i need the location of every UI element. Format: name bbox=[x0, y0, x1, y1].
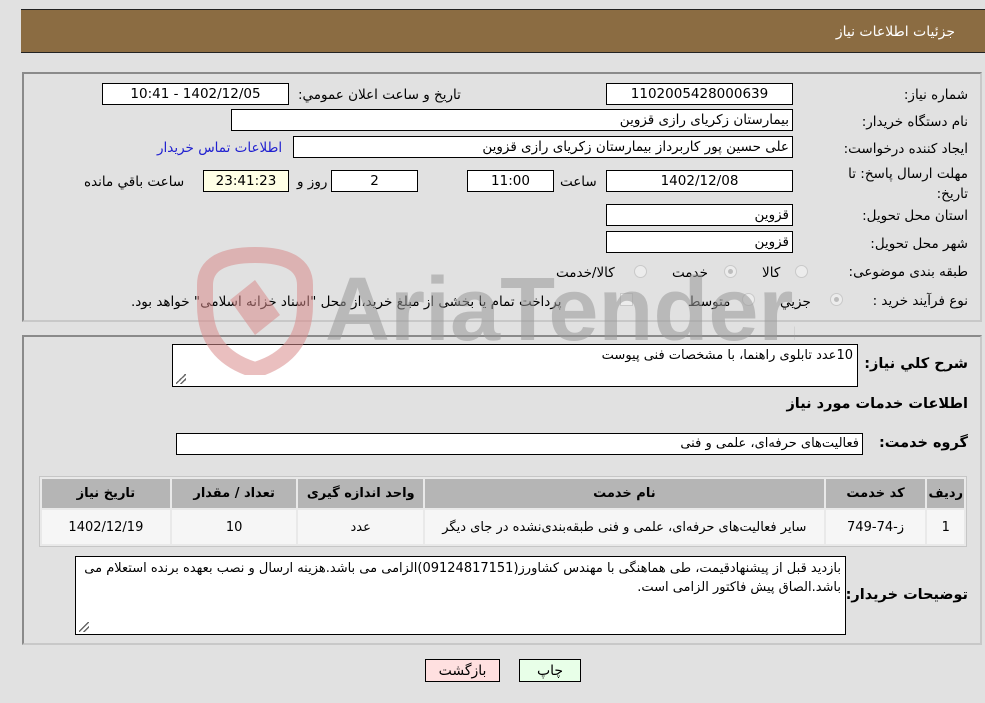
province-label: استان محل تحویل: bbox=[862, 208, 968, 224]
services-table: ردیف کد خدمت نام خدمت واحد اندازه گیری ت… bbox=[39, 476, 967, 547]
services-table-header: ردیف کد خدمت نام خدمت واحد اندازه گیری ت… bbox=[42, 479, 964, 508]
category-radio-goods-service[interactable] bbox=[634, 265, 647, 278]
cell-service-code: ز-74-749 bbox=[825, 510, 926, 544]
page-title: جزئیات اطلاعات نیاز bbox=[835, 24, 955, 40]
buyer-notes-textarea[interactable]: بازدید قبل از پیشنهادقیمت، طی هماهنگی با… bbox=[75, 556, 846, 635]
need-number-label: شماره نیاز: bbox=[903, 87, 968, 103]
col-header-date: تاریخ نیاز bbox=[42, 479, 170, 508]
resize-grip-icon[interactable] bbox=[176, 374, 186, 384]
treasury-checkbox[interactable] bbox=[620, 293, 633, 306]
deadline-time-field: 11:00 bbox=[467, 170, 554, 192]
city-field: قزوین bbox=[606, 231, 793, 253]
category-option-service: خدمت bbox=[672, 265, 708, 281]
buyer-org-label: نام دستگاه خریدار: bbox=[861, 114, 968, 130]
col-header-name: نام خدمت bbox=[425, 479, 824, 508]
col-header-row: ردیف bbox=[927, 479, 964, 508]
days-remaining-field: 2 bbox=[331, 170, 418, 192]
purchase-type-option-minor: جزيي bbox=[780, 294, 811, 310]
page-header: جزئیات اطلاعات نیاز bbox=[21, 9, 985, 53]
deadline-date-field: 1402/12/08 bbox=[606, 170, 793, 192]
category-radio-service[interactable] bbox=[724, 265, 737, 278]
service-group-field: فعالیت‌های حرفه‌ای، علمی و فنی bbox=[176, 433, 863, 455]
category-label: طبقه بندی موضوعی: bbox=[848, 264, 968, 280]
table-row: 1 ز-74-749 سایر فعالیت‌های حرفه‌ای، علمی… bbox=[42, 510, 964, 544]
buyer-org-field: بیمارستان زکریای رازی قزوین bbox=[231, 109, 793, 131]
province-field: قزوین bbox=[606, 204, 793, 226]
buyer-notes-label: توضیحات خریدار: bbox=[845, 587, 968, 603]
cell-service-name: سایر فعالیت‌های حرفه‌ای، علمی و فنی طبقه… bbox=[425, 510, 824, 544]
deadline-time-label: ساعت bbox=[560, 174, 597, 190]
buyer-notes-text: بازدید قبل از پیشنهادقیمت، طی هماهنگی با… bbox=[84, 561, 841, 595]
general-desc-textarea[interactable]: 10عدد تابلوی راهنما، با مشخصات فنی پیوست bbox=[172, 344, 858, 387]
purchase-type-label: نوع فرآیند خرید : bbox=[872, 293, 968, 309]
city-label: شهر محل تحویل: bbox=[870, 236, 968, 252]
cell-quantity: 10 bbox=[171, 510, 297, 544]
deadline-label: مهلت ارسال پاسخ: تا تاریخ: bbox=[848, 166, 968, 202]
category-option-goods: کالا bbox=[762, 265, 781, 281]
purchase-type-radio-minor[interactable] bbox=[830, 293, 843, 306]
treasury-note: پرداخت تمام یا بخشی از مبلغ خرید،از محل … bbox=[131, 294, 562, 310]
cell-unit: عدد bbox=[298, 510, 424, 544]
col-header-unit: واحد اندازه گیری bbox=[298, 479, 424, 508]
col-header-qty: تعداد / مقدار bbox=[171, 479, 297, 508]
general-desc-label: شرح کلي نیاز: bbox=[864, 356, 968, 372]
purchase-type-radio-medium[interactable] bbox=[742, 293, 755, 306]
time-remaining-label: ساعت باقي مانده bbox=[84, 174, 185, 190]
days-label: روز و bbox=[297, 174, 328, 190]
cell-row-number: 1 bbox=[927, 510, 964, 544]
service-group-label: گروه خدمت: bbox=[878, 435, 968, 451]
purchase-type-option-medium: متوسط bbox=[688, 294, 731, 310]
announce-label: تاریخ و ساعت اعلان عمومي: bbox=[298, 87, 461, 103]
creator-label: ایجاد کننده درخواست: bbox=[843, 141, 968, 157]
creator-field: علی حسین پور کاربرداز بیمارستان زکریای ر… bbox=[293, 136, 793, 158]
col-header-code: کد خدمت bbox=[825, 479, 926, 508]
category-option-goods-service: کالا/خدمت bbox=[556, 265, 615, 281]
services-heading: اطلاعات خدمات مورد نیاز bbox=[786, 396, 968, 412]
time-remaining-field: 23:41:23 bbox=[203, 170, 289, 192]
resize-grip-icon[interactable] bbox=[79, 622, 89, 632]
category-radio-goods[interactable] bbox=[795, 265, 808, 278]
print-button[interactable]: چاپ bbox=[519, 659, 581, 682]
buyer-contact-link[interactable]: اطلاعات تماس خریدار bbox=[157, 140, 282, 156]
cell-need-date: 1402/12/19 bbox=[42, 510, 170, 544]
announce-field: 1402/12/05 - 10:41 bbox=[102, 83, 289, 105]
need-number-field: 1102005428000639 bbox=[606, 83, 793, 105]
back-button[interactable]: بازگشت bbox=[425, 659, 500, 682]
general-desc-text: 10عدد تابلوی راهنما، با مشخصات فنی پیوست bbox=[601, 348, 853, 363]
